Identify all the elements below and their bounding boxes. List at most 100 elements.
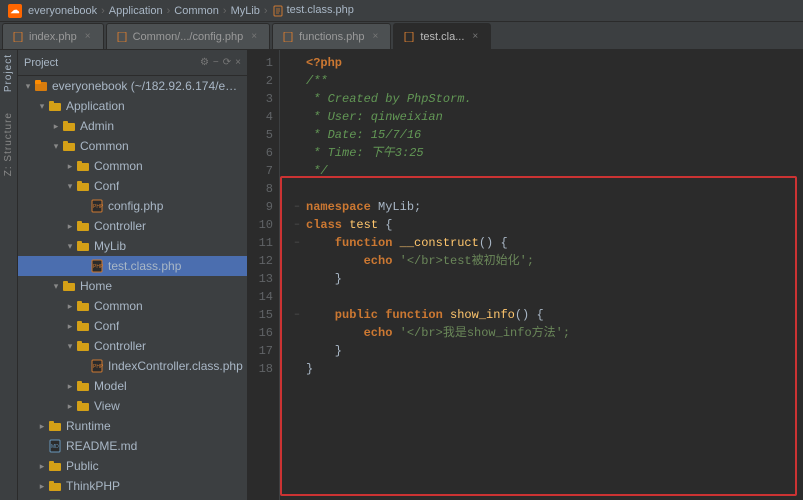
tab-common-config[interactable]: Common/.../config.php × <box>106 23 271 49</box>
tab-functions-php[interactable]: functions.php × <box>272 23 391 49</box>
tab-test-class[interactable]: test.cla... × <box>393 23 491 49</box>
tree-arrow: ▾ <box>36 101 48 112</box>
tree-node-test-class[interactable]: PHP test.class.php <box>18 256 247 276</box>
tab-label: functions.php <box>299 31 364 43</box>
tree-node-label: Admin <box>80 119 114 133</box>
tree-node-label: ThinkPHP <box>66 479 120 493</box>
tree-node-home[interactable]: ▾ Home <box>18 276 247 296</box>
tree-arrow: ▸ <box>64 401 76 412</box>
code-line-11: − function __construct() { <box>290 234 803 252</box>
folder-icon <box>76 399 90 413</box>
tree-node-label: MyLib <box>94 239 126 253</box>
breadcrumb-mylib[interactable]: MyLib <box>231 5 260 17</box>
code-token: <?php <box>306 54 342 72</box>
tab-label: index.php <box>29 31 77 43</box>
tree-node-application[interactable]: ▾ Application <box>18 96 247 116</box>
tab-close-btn[interactable]: × <box>470 31 480 42</box>
fold-icon-line-15[interactable]: − <box>290 308 304 322</box>
breadcrumb-common[interactable]: Common <box>174 5 219 17</box>
tree-arrow: ▸ <box>64 381 76 392</box>
tree-node-label: README.md <box>66 439 137 453</box>
code-token: echo <box>306 252 392 270</box>
project-label[interactable]: Project <box>3 54 14 92</box>
main-area: Project Z: Structure Project ⚙ − ⟳ × ▾ e… <box>0 50 803 500</box>
breadcrumb-root[interactable]: everyonebook <box>28 5 97 17</box>
folder-icon <box>76 239 90 253</box>
tree-node-thinkphp[interactable]: ▸ ThinkPHP <box>18 476 247 496</box>
code-line-6: * Time: 下午3:25 <box>290 144 803 162</box>
line-number-12: 12 <box>248 252 279 270</box>
tree-node-common1[interactable]: ▾ Common <box>18 136 247 156</box>
code-content[interactable]: <?php/** * Created by PhpStorm. * User: … <box>280 50 803 500</box>
tree-arrow: ▸ <box>36 461 48 472</box>
tree-node-readme1[interactable]: MD README.md <box>18 436 247 456</box>
folder-icon <box>76 179 90 193</box>
tree-node-config-php[interactable]: PHP config.php <box>18 196 247 216</box>
tree-nodes-container: ▾ everyonebook (~/182.92.6.174/everyoneb… <box>18 76 247 500</box>
tab-close-btn[interactable]: × <box>249 31 259 42</box>
tree-settings-icon[interactable]: ⚙ <box>200 57 209 68</box>
fold-icon-line-9[interactable]: − <box>290 200 304 214</box>
tree-node-label: Home <box>80 279 112 293</box>
tree-node-runtime[interactable]: ▸ Runtime <box>18 416 247 436</box>
code-line-14 <box>290 288 803 306</box>
tree-header-actions: ⚙ − ⟳ × <box>200 57 241 68</box>
tree-node-indexcontroller[interactable]: PHP IndexController.class.php <box>18 356 247 376</box>
code-line-18: } <box>290 360 803 378</box>
line-number-6: 6 <box>248 144 279 162</box>
tree-node-admin[interactable]: ▸ Admin <box>18 116 247 136</box>
tree-node-label: Public <box>66 459 99 473</box>
tree-collapse-icon[interactable]: − <box>213 57 219 68</box>
tree-node-common2[interactable]: ▸ Common <box>18 156 247 176</box>
breadcrumb-file: test.class.php <box>272 4 354 16</box>
folder-icon <box>62 119 76 133</box>
tree-node-conf2[interactable]: ▸ Conf <box>18 316 247 336</box>
tab-close-btn[interactable]: × <box>371 31 381 42</box>
tree-node-label: config.php <box>108 199 163 213</box>
tree-node-common3[interactable]: ▸ Common <box>18 296 247 316</box>
code-line-4: * User: qinweixian <box>290 108 803 126</box>
code-line-1: <?php <box>290 54 803 72</box>
folder-icon <box>76 299 90 313</box>
breadcrumb-application[interactable]: Application <box>109 5 163 17</box>
code-token: MyLib; <box>371 198 421 216</box>
tree-node-label: Controller <box>94 219 146 233</box>
code-token: '</br>我是show_info方法'; <box>392 324 570 342</box>
tree-node-controller1[interactable]: ▸ Controller <box>18 216 247 236</box>
tree-node-view[interactable]: ▸ View <box>18 396 247 416</box>
tree-node-mylib[interactable]: ▾ MyLib <box>18 236 247 256</box>
tree-sync-icon[interactable]: ⟳ <box>223 57 231 68</box>
folder-icon <box>48 419 62 433</box>
tree-node-composer-json[interactable]: JSON composer.json <box>18 496 247 500</box>
tree-node-conf1[interactable]: ▾ Conf <box>18 176 247 196</box>
tree-arrow: ▾ <box>64 241 76 252</box>
folder-icon <box>48 459 62 473</box>
code-token: echo <box>306 324 392 342</box>
tree-node-root[interactable]: ▾ everyonebook (~/182.92.6.174/everyoneb… <box>18 76 247 96</box>
code-token: __construct <box>392 234 478 252</box>
folder-icon <box>48 99 62 113</box>
fold-icon-line-11[interactable]: − <box>290 236 304 250</box>
line-number-1: 1 <box>248 54 279 72</box>
line-number-3: 3 <box>248 90 279 108</box>
code-token: } <box>306 360 313 378</box>
tree-node-model[interactable]: ▸ Model <box>18 376 247 396</box>
code-line-15: − public function show_info() { <box>290 306 803 324</box>
fold-icon-line-10[interactable]: − <box>290 218 304 232</box>
structure-label[interactable]: Z: Structure <box>3 112 14 176</box>
line-number-9: 9 <box>248 198 279 216</box>
code-line-10: −class test { <box>290 216 803 234</box>
line-number-13: 13 <box>248 270 279 288</box>
line-number-5: 5 <box>248 126 279 144</box>
code-token: namespace <box>306 198 371 216</box>
tree-node-public[interactable]: ▸ Public <box>18 456 247 476</box>
line-number-7: 7 <box>248 162 279 180</box>
tab-index-php[interactable]: index.php × <box>2 23 104 49</box>
tree-node-controller2[interactable]: ▾ Controller <box>18 336 247 356</box>
code-token: * Date: 15/7/16 <box>306 126 421 144</box>
code-token: * User: qinweixian <box>306 108 443 126</box>
tree-arrow: ▸ <box>36 481 48 492</box>
code-editor[interactable]: 123456789101112131415161718 <?php/** * C… <box>248 50 803 500</box>
tree-close-icon[interactable]: × <box>235 57 241 68</box>
tab-close-btn[interactable]: × <box>83 31 93 42</box>
